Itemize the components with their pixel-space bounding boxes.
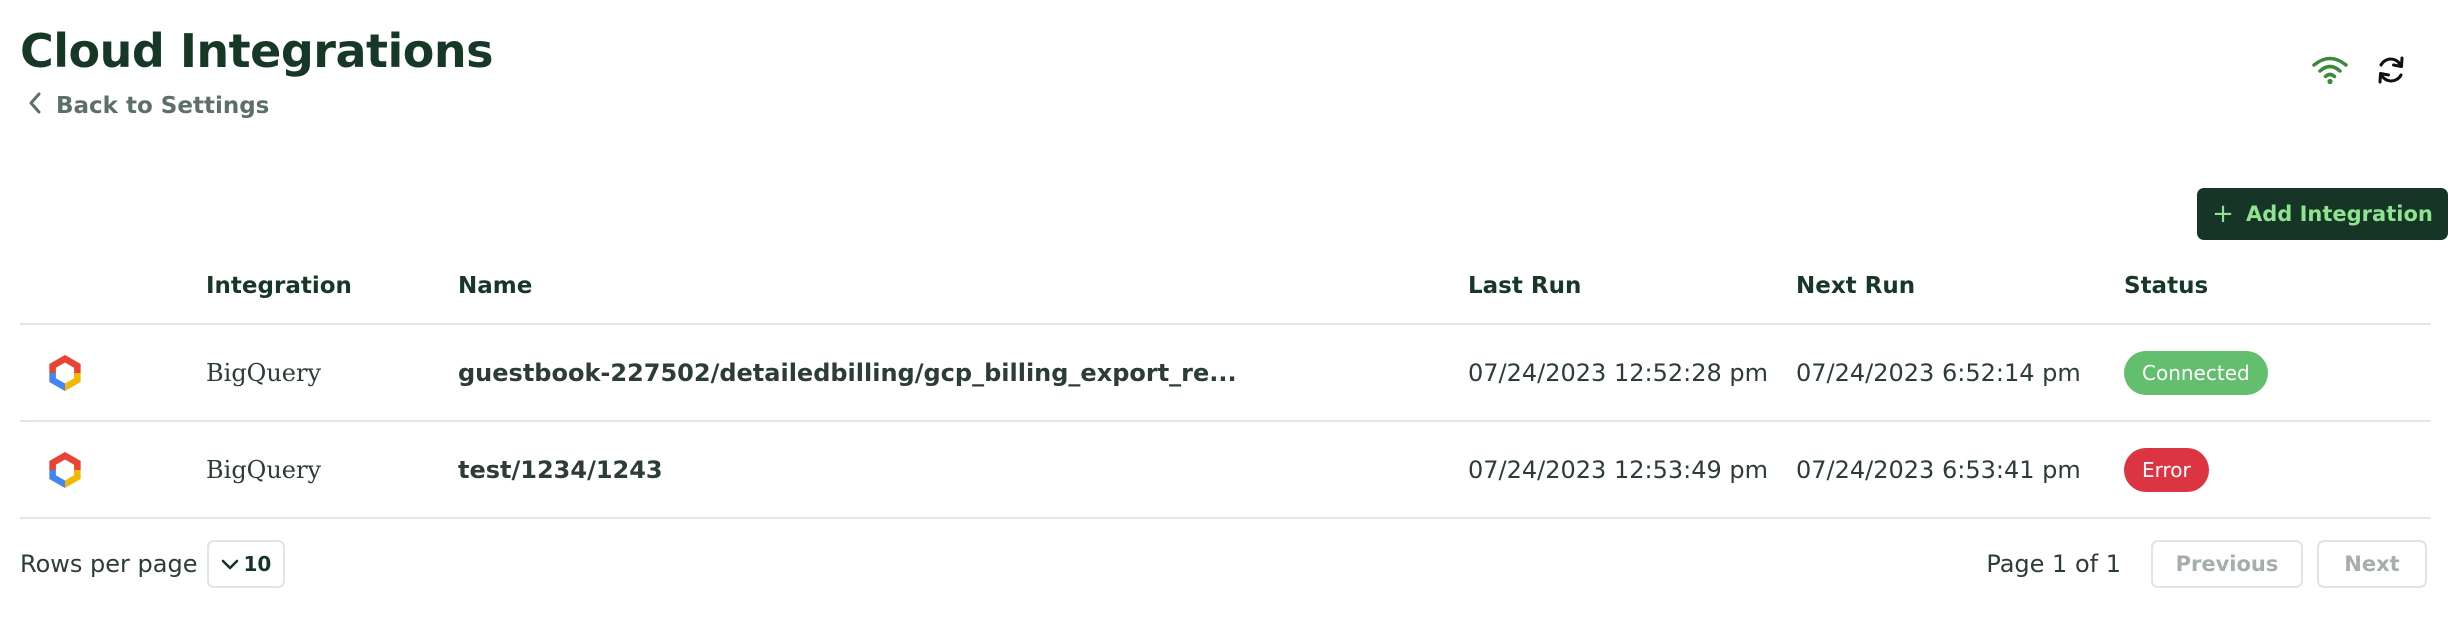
logo-cell: [20, 421, 206, 519]
google-cloud-logo-icon: [49, 354, 81, 391]
integration-cell: BigQuery: [206, 324, 458, 422]
chevron-down-icon: [221, 552, 239, 576]
name-cell[interactable]: guestbook-227502/detailedbilling/gcp_bil…: [458, 324, 1468, 422]
page-info: Page 1 of 1: [1986, 550, 2121, 578]
table-header-row: Integration Name Last Run Next Run Statu…: [20, 248, 2431, 325]
last-run-cell: 07/24/2023 12:53:49 pm: [1468, 421, 1796, 519]
column-header-status[interactable]: Status: [2124, 248, 2431, 325]
status-cell: Connected: [2124, 324, 2431, 422]
status-badge: Error: [2124, 447, 2209, 492]
refresh-icon[interactable]: [2375, 54, 2407, 86]
column-header-last-run[interactable]: Last Run: [1468, 248, 1796, 325]
plus-icon: +: [2212, 199, 2234, 229]
next-button[interactable]: Next: [2317, 540, 2427, 588]
page-title: Cloud Integrations: [20, 24, 494, 78]
logo-cell: [20, 324, 206, 422]
rows-per-page: Rows per page 10: [20, 540, 286, 588]
back-to-settings-link[interactable]: Back to Settings: [28, 92, 269, 120]
add-integration-button[interactable]: + Add Integration: [2197, 188, 2448, 240]
column-header-logo: [20, 248, 206, 325]
rows-per-page-label: Rows per page: [20, 550, 198, 578]
status-badge: Connected: [2124, 350, 2268, 395]
back-link-label: Back to Settings: [56, 93, 270, 119]
column-header-name[interactable]: Name: [458, 248, 1468, 325]
integration-cell: BigQuery: [206, 421, 458, 519]
next-run-cell: 07/24/2023 6:52:14 pm: [1796, 324, 2124, 422]
pagination: Page 1 of 1 Previous Next: [1986, 540, 2427, 588]
wifi-icon: [2311, 55, 2349, 85]
rows-per-page-select[interactable]: 10: [207, 540, 286, 588]
header-actions: [2311, 54, 2407, 86]
next-run-cell: 07/24/2023 6:53:41 pm: [1796, 421, 2124, 519]
status-cell: Error: [2124, 421, 2431, 519]
rows-per-page-value: 10: [243, 552, 272, 576]
google-cloud-logo-icon: [49, 451, 81, 488]
add-integration-label: Add Integration: [2245, 202, 2433, 226]
previous-button[interactable]: Previous: [2151, 540, 2303, 588]
column-header-integration[interactable]: Integration: [206, 248, 458, 325]
chevron-left-icon: [28, 92, 42, 120]
name-cell[interactable]: test/1234/1243: [458, 421, 1468, 519]
table-row[interactable]: BigQuery test/1234/1243 07/24/2023 12:53…: [20, 421, 2431, 519]
table-row[interactable]: BigQuery guestbook-227502/detailedbillin…: [20, 324, 2431, 422]
integrations-table: Integration Name Last Run Next Run Statu…: [20, 248, 2431, 519]
column-header-next-run[interactable]: Next Run: [1796, 248, 2124, 325]
last-run-cell: 07/24/2023 12:52:28 pm: [1468, 324, 1796, 422]
